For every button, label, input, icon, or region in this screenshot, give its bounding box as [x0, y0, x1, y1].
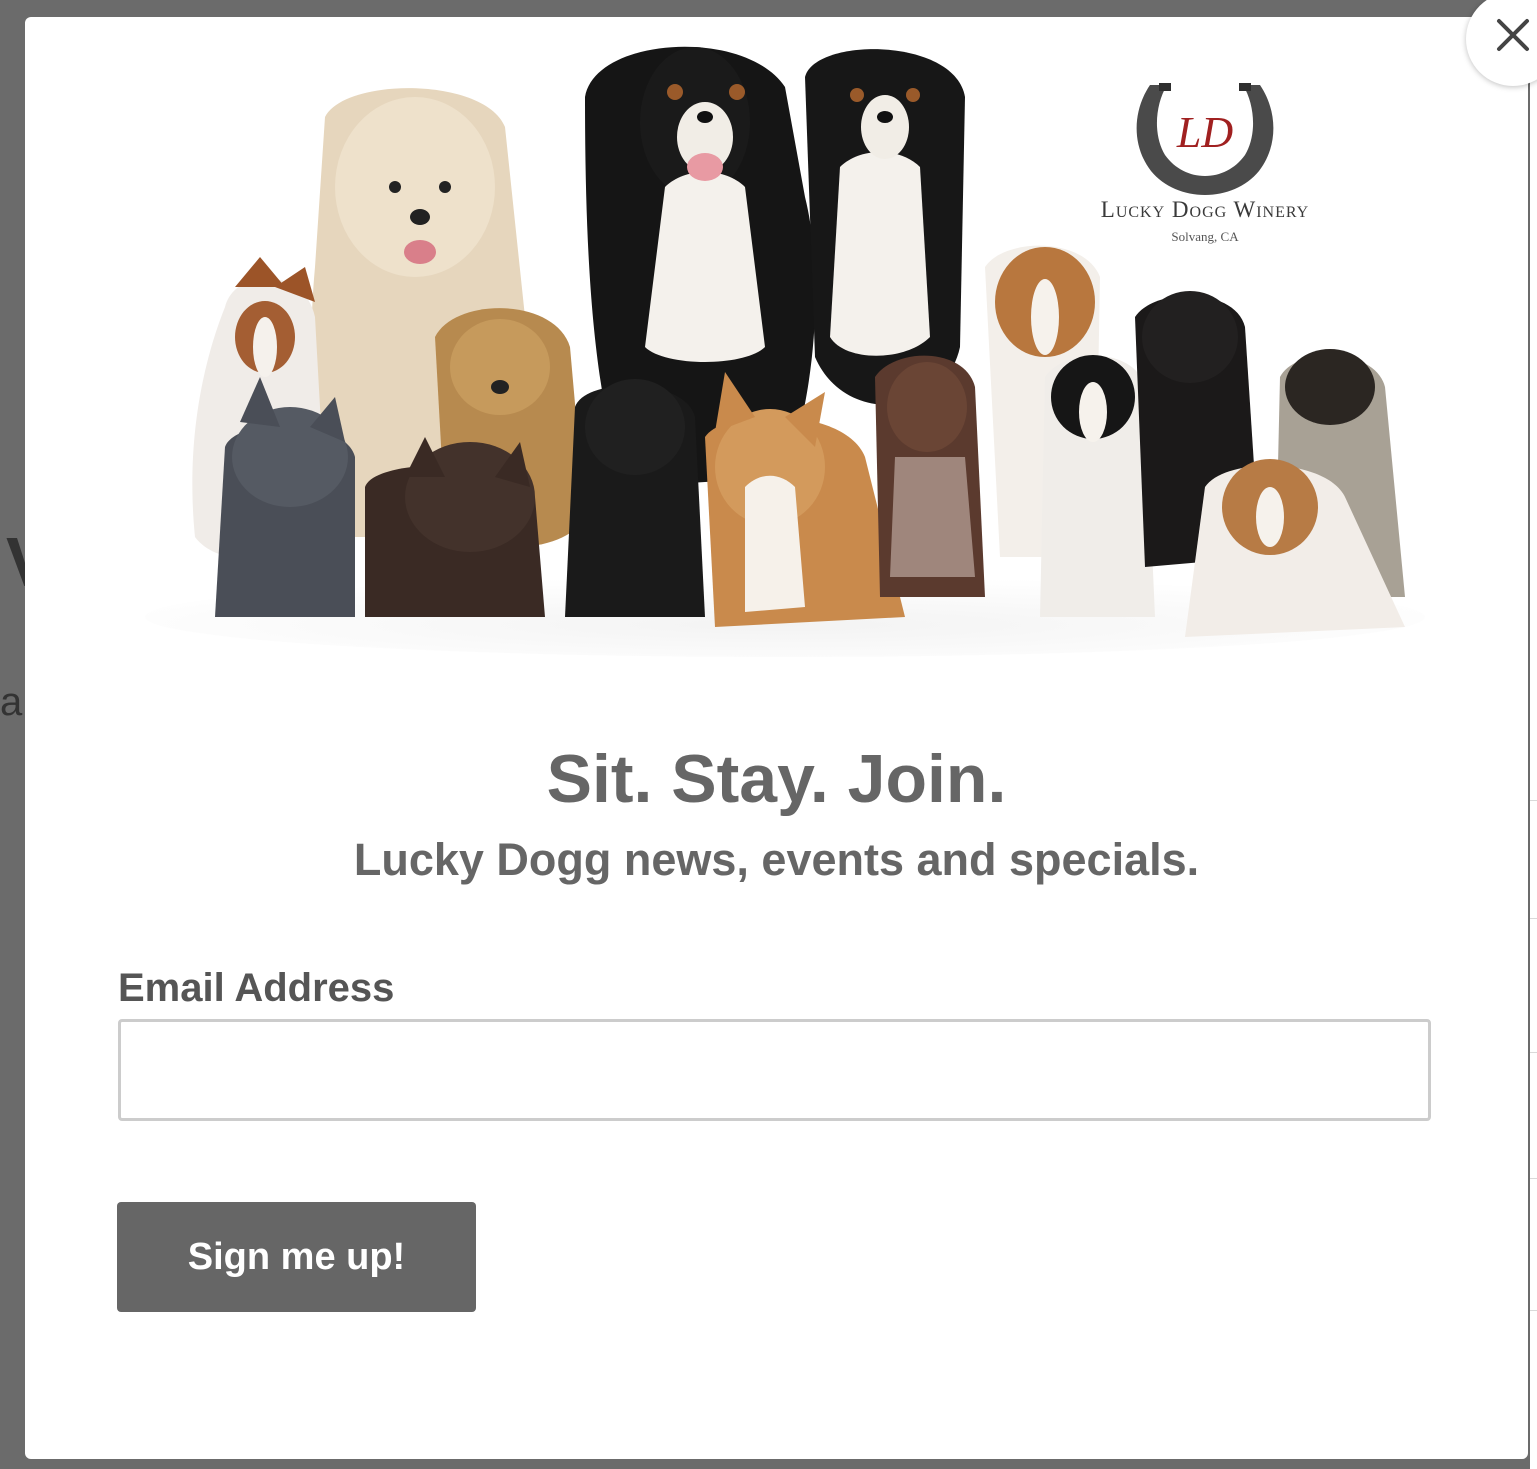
logo-location: Solvang, CA — [1171, 229, 1239, 244]
close-icon — [1497, 19, 1529, 51]
hero-image-dogs: LD Lucky Dogg Winery Solvang, CA — [25, 17, 1528, 657]
modal-headline: Sit. Stay. Join. — [546, 741, 1007, 817]
sign-up-button[interactable]: Sign me up! — [117, 1202, 476, 1312]
logo-winery-name: Lucky Dogg Winery — [1100, 197, 1310, 222]
email-input[interactable] — [118, 1019, 1431, 1121]
newsletter-modal: LD Lucky Dogg Winery Solvang, CA Sit. St… — [25, 17, 1528, 1459]
background-page-edge — [1530, 0, 1537, 1469]
horseshoe-logo-icon: LD — [1136, 83, 1274, 195]
winery-logo: LD Lucky Dogg Winery Solvang, CA — [1055, 65, 1355, 255]
modal-subheadline: Lucky Dogg news, events and specials. — [353, 834, 1200, 885]
email-label: Email Address — [118, 966, 395, 1010]
logo-monogram: LD — [1176, 108, 1233, 157]
background-text-fragment: a — [0, 680, 23, 724]
